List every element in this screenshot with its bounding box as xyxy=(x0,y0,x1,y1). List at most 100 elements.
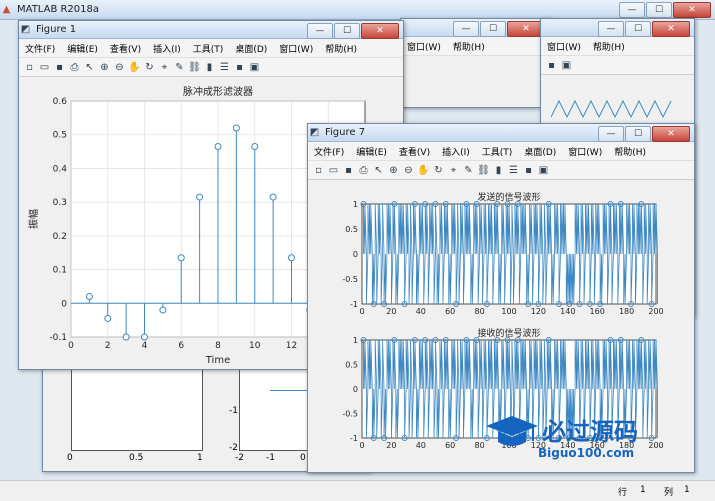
y-tick-label: 0.6 xyxy=(53,97,68,107)
y-tick-label: 0.5 xyxy=(53,131,67,141)
x-tick-label: 200 xyxy=(648,307,663,316)
link-plot-icon[interactable]: ⛓ xyxy=(477,164,490,177)
stem-marker xyxy=(214,143,222,151)
show-plot-tools-icon[interactable]: ▣ xyxy=(537,164,550,177)
open-file-icon[interactable]: ▭ xyxy=(38,61,51,74)
edit-plot-icon[interactable]: ↖ xyxy=(83,61,96,74)
watermark-subtext: Biguo100.com xyxy=(538,446,635,460)
menu-tools[interactable]: 工具(T) xyxy=(476,145,519,158)
y-tick-label: 1 xyxy=(353,200,358,209)
data-cursor-icon[interactable]: ⌖ xyxy=(447,164,460,177)
menu-help[interactable]: 帮助(H) xyxy=(587,40,631,53)
pan-icon[interactable]: ✋ xyxy=(417,164,430,177)
pan-icon[interactable]: ✋ xyxy=(128,61,141,74)
subplot-title: 接收的信号波形 xyxy=(477,327,540,339)
y-tick-label: 0 xyxy=(353,385,358,394)
menu-edit[interactable]: 编辑(E) xyxy=(61,42,104,55)
close-button[interactable]: ✕ xyxy=(361,23,399,39)
y-tick-label: 0 xyxy=(61,299,67,309)
background-axes-left xyxy=(71,369,203,451)
figure-icon: ◩ xyxy=(20,24,31,35)
menu-help[interactable]: 帮助(H) xyxy=(608,145,652,158)
maximize-button[interactable]: ☐ xyxy=(480,21,506,37)
subplot-title: 发送的信号波形 xyxy=(477,191,540,203)
menu-file[interactable]: 文件(F) xyxy=(19,42,61,55)
hide-plot-tools-icon[interactable]: ▪ xyxy=(233,61,246,74)
chart-title: 脉冲成形滤波器 xyxy=(183,85,253,98)
close-button[interactable]: ✕ xyxy=(652,21,690,37)
maximize-button[interactable]: ☐ xyxy=(625,126,651,142)
save-icon[interactable]: ▪ xyxy=(342,164,355,177)
menu-help[interactable]: 帮助(H) xyxy=(447,40,491,53)
edit-plot-icon[interactable]: ↖ xyxy=(372,164,385,177)
maximize-button[interactable]: ☐ xyxy=(334,23,360,39)
y-axis-label: 振幅 xyxy=(27,209,40,229)
insert-colorbar-icon[interactable]: ▮ xyxy=(203,61,216,74)
save-icon[interactable]: ▪ xyxy=(53,61,66,74)
insert-legend-icon[interactable]: ☰ xyxy=(218,61,231,74)
figure-title: Figure 7 xyxy=(325,127,366,138)
menu-insert[interactable]: 插入(I) xyxy=(147,42,187,55)
minimize-button[interactable]: — xyxy=(598,21,624,37)
matlab-titlebar: ▲ MATLAB R2018a — ☐ ✕ xyxy=(0,0,715,20)
x-tick-label: 2 xyxy=(105,341,111,351)
row-label: 行 xyxy=(618,488,628,498)
y-tick-label: 0 xyxy=(353,250,358,259)
x-tick-label: 180 xyxy=(619,307,634,316)
menu-edit[interactable]: 编辑(E) xyxy=(350,145,393,158)
plot-tools-icon[interactable]: ▪ xyxy=(545,59,558,72)
menu-desktop[interactable]: 桌面(D) xyxy=(518,145,562,158)
x-tick-label: 6 xyxy=(178,341,184,351)
menu-window[interactable]: 窗口(W) xyxy=(273,42,319,55)
minimize-button[interactable]: — xyxy=(598,126,624,142)
y-tick-label: -0.5 xyxy=(342,410,358,419)
print-icon[interactable]: ⎙ xyxy=(357,164,370,177)
close-button[interactable]: ✕ xyxy=(652,126,690,142)
col-label: 列 xyxy=(664,488,674,498)
x-tick-label: 60 xyxy=(445,441,455,450)
rotate-icon[interactable]: ↻ xyxy=(432,164,445,177)
zoom-out-icon[interactable]: ⊖ xyxy=(113,61,126,74)
maximize-button[interactable]: ☐ xyxy=(646,2,672,18)
menu-window[interactable]: 窗口(W) xyxy=(401,40,447,53)
hide-plot-tools-icon[interactable]: ▪ xyxy=(522,164,535,177)
stem-marker xyxy=(122,333,130,341)
rotate-icon[interactable]: ↻ xyxy=(143,61,156,74)
maximize-button[interactable]: ☐ xyxy=(625,21,651,37)
menu-insert[interactable]: 插入(I) xyxy=(436,145,476,158)
print-icon[interactable]: ⎙ xyxy=(68,61,81,74)
x-tick-label: 60 xyxy=(445,307,455,316)
brush-icon[interactable]: ✎ xyxy=(462,164,475,177)
new-figure-icon[interactable]: ▫ xyxy=(312,164,325,177)
menu-view[interactable]: 查看(V) xyxy=(104,42,147,55)
data-cursor-icon[interactable]: ⌖ xyxy=(158,61,171,74)
insert-colorbar-icon[interactable]: ▮ xyxy=(492,164,505,177)
menu-file[interactable]: 文件(F) xyxy=(308,145,350,158)
close-button[interactable]: ✕ xyxy=(673,2,711,18)
new-figure-icon[interactable]: ▫ xyxy=(23,61,36,74)
menu-desktop[interactable]: 桌面(D) xyxy=(229,42,273,55)
zoom-out-icon[interactable]: ⊖ xyxy=(402,164,415,177)
dock-icon[interactable]: ▣ xyxy=(560,59,573,72)
tick-label: -2 xyxy=(229,443,238,453)
minimize-button[interactable]: — xyxy=(619,2,645,18)
menu-tools[interactable]: 工具(T) xyxy=(187,42,230,55)
minimize-button[interactable]: — xyxy=(453,21,479,37)
menu-window[interactable]: 窗口(W) xyxy=(541,40,587,53)
y-tick-label: -1 xyxy=(350,300,358,309)
menu-window[interactable]: 窗口(W) xyxy=(562,145,608,158)
zoom-in-icon[interactable]: ⊕ xyxy=(98,61,111,74)
insert-legend-icon[interactable]: ☰ xyxy=(507,164,520,177)
zoom-in-icon[interactable]: ⊕ xyxy=(387,164,400,177)
show-plot-tools-icon[interactable]: ▣ xyxy=(248,61,261,74)
y-tick-label: 0.3 xyxy=(53,198,67,208)
x-tick-label: 10 xyxy=(249,341,261,351)
brush-icon[interactable]: ✎ xyxy=(173,61,186,74)
menu-help[interactable]: 帮助(H) xyxy=(319,42,363,55)
minimize-button[interactable]: — xyxy=(307,23,333,39)
tick-label: 0 xyxy=(300,453,306,463)
open-file-icon[interactable]: ▭ xyxy=(327,164,340,177)
link-plot-icon[interactable]: ⛓ xyxy=(188,61,201,74)
menu-view[interactable]: 查看(V) xyxy=(393,145,436,158)
background-figure-titlebar: — ☐ ✕ xyxy=(401,19,549,37)
